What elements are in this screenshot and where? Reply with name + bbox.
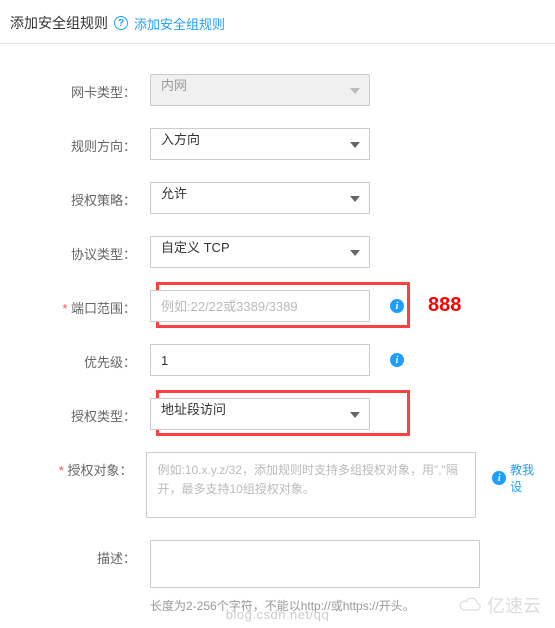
row-auth-object: 授权对象： 例如:10.x.y.z/32，添加规则时支持多组授权对象，用","隔… [10, 452, 545, 518]
row-port-range: 端口范围： i 888 [10, 290, 545, 322]
label-priority: 优先级： [10, 344, 150, 371]
placeholder-line: 例如:10.x.y.z/32，添加规则时支持多组授权对象，用","隔 [157, 461, 465, 480]
select-auth-policy[interactable]: 允许 [150, 182, 370, 214]
label-auth-object: 授权对象： [10, 452, 146, 479]
row-auth-type: 授权类型： 地址段访问 [10, 398, 545, 430]
textarea-description[interactable] [150, 540, 480, 588]
rule-form: 网卡类型： 内网 规则方向： 入方向 授权策略： 允许 协议类型： 自定义 TC… [0, 44, 555, 628]
input-port-range[interactable] [150, 290, 370, 322]
dialog-header: 添加安全组规则 ? 添加安全组规则 [0, 0, 555, 44]
label-description: 描述： [10, 540, 150, 567]
row-direction: 规则方向： 入方向 [10, 128, 545, 160]
cloud-icon [457, 596, 483, 614]
label-nic-type: 网卡类型： [10, 74, 150, 101]
watermark-text: 亿速云 [487, 592, 541, 618]
placeholder-line: 开，最多支持10组授权对象。 [157, 480, 465, 499]
select-protocol[interactable]: 自定义 TCP [150, 236, 370, 268]
row-nic-type: 网卡类型： 内网 [10, 74, 545, 106]
label-direction: 规则方向： [10, 128, 150, 155]
select-nic-type: 内网 [150, 74, 370, 106]
label-auth-type: 授权类型： [10, 398, 150, 425]
info-icon[interactable]: i [390, 353, 404, 367]
row-priority: 优先级： i [10, 344, 545, 376]
watermark-brand: 亿速云 [457, 592, 541, 618]
textarea-auth-object[interactable]: 例如:10.x.y.z/32，添加规则时支持多组授权对象，用","隔 开，最多支… [146, 452, 476, 518]
teach-me-label: 教我设 [510, 461, 545, 495]
select-direction[interactable]: 入方向 [150, 128, 370, 160]
dialog-title: 添加安全组规则 [10, 13, 108, 33]
input-priority[interactable] [150, 344, 370, 376]
teach-me-link[interactable]: i 教我设 [492, 461, 545, 495]
select-auth-type[interactable]: 地址段访问 [150, 398, 370, 430]
label-port-range: 端口范围： [10, 290, 150, 317]
info-icon: i [492, 471, 506, 485]
info-icon[interactable]: i [390, 299, 404, 313]
row-auth-policy: 授权策略： 允许 [10, 182, 545, 214]
annotation-888: 888 [428, 294, 461, 317]
label-protocol: 协议类型： [10, 236, 150, 263]
row-protocol: 协议类型： 自定义 TCP [10, 236, 545, 268]
label-auth-policy: 授权策略： [10, 182, 150, 209]
help-link[interactable]: 添加安全组规则 [134, 14, 225, 33]
watermark-url: blog.csdn.net/qq [226, 607, 329, 622]
help-icon[interactable]: ? [114, 16, 128, 30]
